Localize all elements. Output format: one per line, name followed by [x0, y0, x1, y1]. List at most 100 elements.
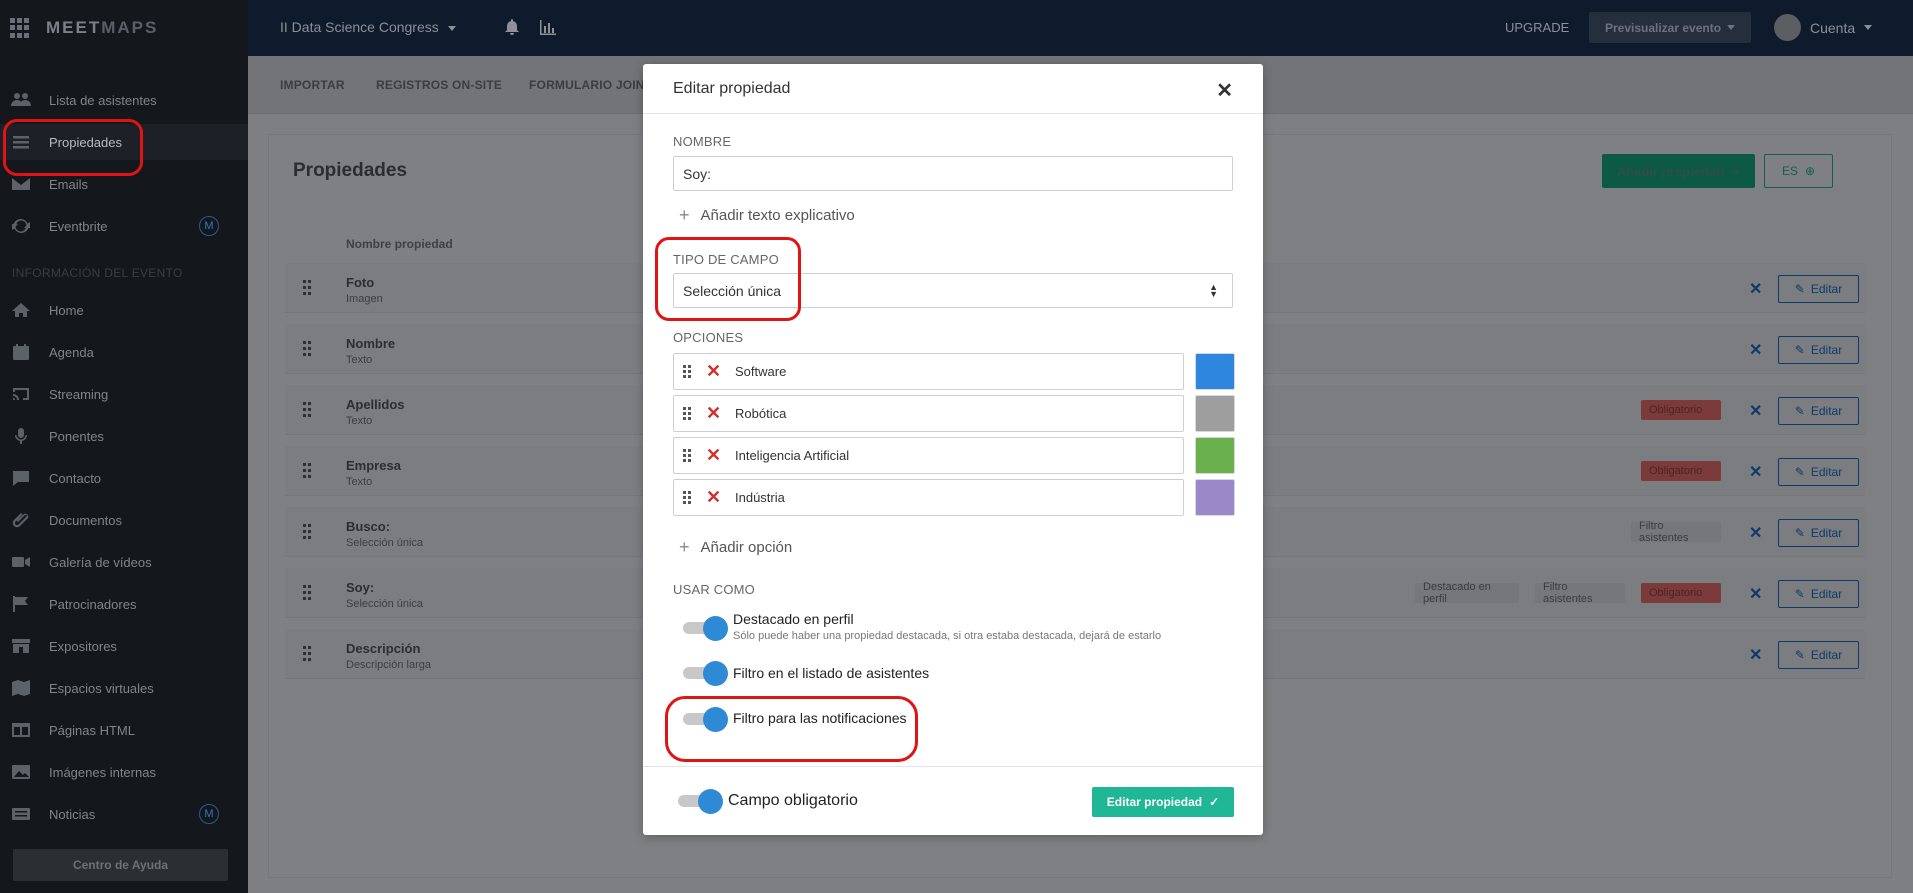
drag-handle-icon[interactable] [303, 463, 311, 479]
drag-handle-icon[interactable] [303, 646, 311, 662]
option-field[interactable]: ✕ Robótica [673, 395, 1184, 432]
language-button[interactable]: ES ⊕ [1764, 154, 1833, 188]
edit-button[interactable]: ✎ Editar [1778, 580, 1859, 608]
sidebar-item-home[interactable]: Home [0, 292, 248, 328]
sidebar-item-espacios[interactable]: Espacios virtuales [0, 670, 248, 706]
delete-icon[interactable]: ✕ [1749, 584, 1762, 604]
stats-icon[interactable] [540, 20, 556, 38]
option-field[interactable]: ✕ Software [673, 353, 1184, 390]
edit-label: Editar [1810, 404, 1843, 418]
drag-handle-icon[interactable] [303, 341, 311, 357]
sidebar-item-documentos[interactable]: Documentos [0, 502, 248, 538]
name-field[interactable]: Soy: [673, 156, 1233, 191]
drag-handle-icon[interactable] [303, 280, 311, 296]
toggle-label: Destacado en perfil [733, 611, 854, 627]
annotation-field-type [655, 237, 801, 321]
event-selector[interactable]: II Data Science Congress [280, 19, 456, 35]
sidebar-item-label: Páginas HTML [49, 722, 135, 738]
sidebar-item-asistentes[interactable]: Lista de asistentes [0, 82, 248, 118]
sidebar-item-label: Espacios virtuales [49, 680, 154, 696]
refresh-icon [10, 217, 32, 235]
check-icon: ✓ [1209, 795, 1220, 809]
edit-button[interactable]: ✎ Editar [1778, 397, 1859, 425]
add-option-link[interactable]: + Añadir opción [679, 537, 792, 558]
delete-option-icon[interactable]: ✕ [706, 445, 721, 466]
required-toggle[interactable] [678, 789, 724, 814]
property-type: Imagen [346, 293, 383, 305]
sidebar-item-label: Ponentes [49, 428, 104, 444]
delete-option-icon[interactable]: ✕ [706, 487, 721, 508]
tab-importar[interactable]: IMPORTAR [280, 78, 345, 92]
close-icon[interactable]: ✕ [1216, 78, 1233, 103]
sidebar-item-eventbrite[interactable]: Eventbrite M [0, 208, 248, 244]
add-property-button[interactable]: Añadir propiedad + [1602, 154, 1755, 188]
plus-icon: + [679, 537, 690, 557]
edit-button[interactable]: ✎ Editar [1778, 641, 1859, 669]
drag-handle-icon[interactable] [303, 585, 311, 601]
tab-registros[interactable]: REGISTROS ON-SITE [376, 78, 502, 92]
edit-label: Editar [1810, 648, 1843, 662]
delete-option-icon[interactable]: ✕ [706, 361, 721, 382]
annotation-notifications [665, 696, 918, 762]
delete-icon[interactable]: ✕ [1749, 279, 1762, 299]
delete-icon[interactable]: ✕ [1749, 462, 1762, 482]
property-type: Texto [346, 354, 373, 366]
sidebar-item-label: Agenda [49, 344, 94, 360]
drag-handle-icon[interactable] [303, 524, 311, 540]
drag-handle-icon[interactable] [303, 402, 311, 418]
sidebar-item-paginas[interactable]: Páginas HTML [0, 712, 248, 748]
option-field[interactable]: ✕ Indústria [673, 479, 1184, 516]
property-type: Texto [346, 415, 373, 427]
add-explanation-link[interactable]: + Añadir texto explicativo [679, 205, 855, 226]
help-center-button[interactable]: Centro de Ayuda [13, 849, 228, 881]
preview-event-button[interactable]: Previsualizar evento [1589, 12, 1751, 43]
color-swatch[interactable] [1195, 437, 1235, 474]
images-icon [10, 763, 32, 781]
delete-icon[interactable]: ✕ [1749, 401, 1762, 421]
drag-handle-icon[interactable] [683, 449, 691, 462]
featured-toggle[interactable] [683, 616, 729, 641]
chevron-down-icon [447, 25, 456, 31]
option-row: ✕ Software [673, 353, 1235, 390]
delete-icon[interactable]: ✕ [1749, 523, 1762, 543]
sidebar-item-galeria[interactable]: Galería de vídeos [0, 544, 248, 580]
delete-icon[interactable]: ✕ [1749, 340, 1762, 360]
bell-icon[interactable] [505, 19, 519, 38]
attendee-filter-toggle[interactable] [683, 661, 729, 686]
option-field[interactable]: ✕ Inteligencia Artificial [673, 437, 1184, 474]
sidebar-item-imagenes[interactable]: Imágenes internas [0, 754, 248, 790]
sidebar-item-agenda[interactable]: Agenda [0, 334, 248, 370]
color-swatch[interactable] [1195, 353, 1235, 390]
tab-formulario[interactable]: FORMULARIO JOIN [529, 78, 645, 92]
drag-handle-icon[interactable] [683, 365, 691, 378]
apps-grid-icon[interactable] [10, 18, 30, 38]
video-icon [10, 553, 32, 571]
drag-handle-icon[interactable] [683, 407, 691, 420]
sidebar-item-streaming[interactable]: Streaming [0, 376, 248, 412]
drag-handle-icon[interactable] [683, 491, 691, 504]
store-icon [10, 637, 32, 655]
edit-button[interactable]: ✎ Editar [1778, 275, 1859, 303]
select-arrows-icon: ▲ ▼ [1209, 282, 1218, 299]
sidebar-item-expositores[interactable]: Expositores [0, 628, 248, 664]
submit-edit-property-button[interactable]: Editar propiedad ✓ [1092, 787, 1234, 817]
delete-option-icon[interactable]: ✕ [706, 403, 721, 424]
edit-button[interactable]: ✎ Editar [1778, 336, 1859, 364]
sidebar-item-contacto[interactable]: Contacto [0, 460, 248, 496]
edit-button[interactable]: ✎ Editar [1778, 519, 1859, 547]
account-menu[interactable]: Cuenta [1774, 14, 1873, 41]
edit-button[interactable]: ✎ Editar [1778, 458, 1859, 486]
sidebar-item-noticias[interactable]: Noticias M [0, 796, 248, 832]
color-swatch[interactable] [1195, 395, 1235, 432]
preview-label: Previsualizar evento [1604, 20, 1722, 35]
option-label: Robótica [735, 406, 787, 421]
upgrade-link[interactable]: UPGRADE [1505, 20, 1569, 35]
delete-icon[interactable]: ✕ [1749, 645, 1762, 665]
chevron-down-icon [1727, 25, 1736, 30]
option-row: ✕ Inteligencia Artificial [673, 437, 1235, 474]
color-swatch[interactable] [1195, 479, 1235, 516]
add-explanation-label: Añadir texto explicativo [700, 207, 855, 224]
logo[interactable]: MEETMAPS [0, 0, 248, 56]
sidebar-item-ponentes[interactable]: Ponentes [0, 418, 248, 454]
sidebar-item-patrocinadores[interactable]: Patrocinadores [0, 586, 248, 622]
